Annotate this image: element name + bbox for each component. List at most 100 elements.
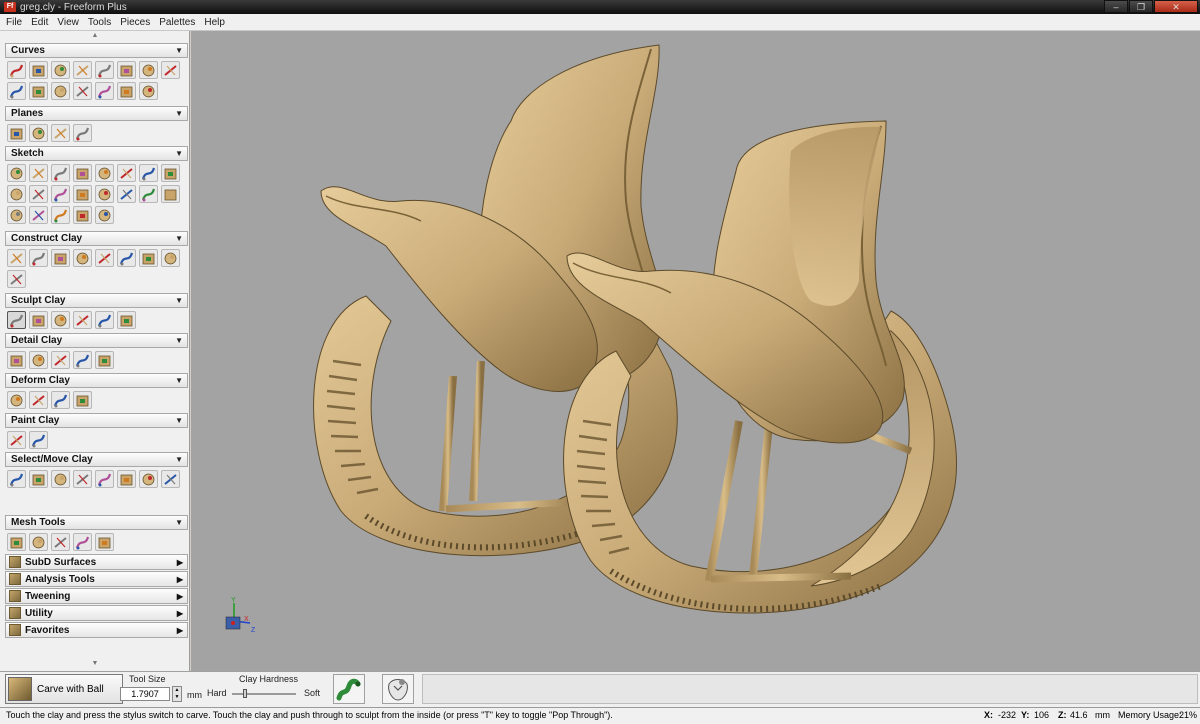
curve-draw-icon[interactable]	[29, 61, 48, 79]
arrow-icon[interactable]	[7, 61, 26, 79]
angle-icon[interactable]	[7, 206, 26, 224]
curve-cut-icon[interactable]	[161, 61, 180, 79]
mesh-view-button[interactable]	[382, 674, 414, 704]
clay-hardness-thumb[interactable]	[242, 689, 247, 698]
collapse-arrow-icon[interactable]: ▼	[175, 516, 183, 529]
expand-arrow-icon[interactable]: ▶	[177, 609, 183, 618]
ring-icon[interactable]	[117, 311, 136, 329]
palette-header-mesh[interactable]: Mesh Tools ▼	[5, 515, 188, 530]
deboss-icon[interactable]	[29, 351, 48, 369]
menu-pieces[interactable]: Pieces	[120, 16, 150, 29]
bottle-icon[interactable]	[7, 270, 26, 288]
scroll-down-icon[interactable]: ▼	[0, 659, 190, 668]
menu-tools[interactable]: Tools	[88, 16, 111, 29]
corner-icon[interactable]	[29, 185, 48, 203]
tool-size-input[interactable]: 1.7907	[120, 687, 170, 701]
curve-fillet-icon[interactable]	[7, 82, 26, 100]
sketch-plane-icon[interactable]	[7, 164, 26, 182]
paint-palette-icon[interactable]	[7, 431, 26, 449]
collapse-arrow-icon[interactable]: ▼	[175, 414, 183, 427]
ellipse-icon[interactable]	[73, 185, 92, 203]
menu-file[interactable]: File	[6, 16, 22, 29]
menu-view[interactable]: View	[57, 16, 79, 29]
sphere-pattern-icon[interactable]	[95, 351, 114, 369]
collapse-arrow-icon[interactable]: ▼	[175, 147, 183, 160]
3d-viewport[interactable]: Y X Z	[191, 31, 1200, 671]
collapse-arrow-icon[interactable]: ▼	[175, 44, 183, 57]
palette-collapsed-subd-surfaces[interactable]: SubD Surfaces ▶	[5, 554, 188, 570]
worm-tool-button[interactable]	[333, 674, 365, 704]
mirror-icon[interactable]	[139, 185, 158, 203]
arc-icon[interactable]	[7, 185, 26, 203]
plane-box-icon[interactable]	[29, 124, 48, 142]
close-button[interactable]: ✕	[1154, 0, 1198, 13]
mesh-smooth-icon[interactable]	[29, 533, 48, 551]
pen-icon[interactable]	[51, 164, 70, 182]
curve-spiral-icon[interactable]	[117, 61, 136, 79]
current-tool-button[interactable]: Carve with Ball	[5, 674, 123, 704]
palette-collapsed-analysis-tools[interactable]: Analysis Tools ▶	[5, 571, 188, 587]
mesh-edit-icon[interactable]	[51, 533, 70, 551]
polyline-icon[interactable]	[117, 164, 136, 182]
scroll-up-icon[interactable]: ▲	[0, 31, 190, 40]
spline-icon[interactable]	[139, 164, 158, 182]
sweep-icon[interactable]	[95, 249, 114, 267]
select-green-icon[interactable]	[51, 470, 70, 488]
tool-size-spinner[interactable]: ▲ ▼	[172, 686, 182, 702]
revolve-icon[interactable]	[73, 249, 92, 267]
mesh-play-icon[interactable]	[73, 533, 92, 551]
expand-arrow-icon[interactable]: ▶	[177, 592, 183, 601]
collapse-arrow-icon[interactable]: ▼	[175, 232, 183, 245]
curve-mirror-icon[interactable]	[73, 82, 92, 100]
circle-icon[interactable]	[51, 185, 70, 203]
select-cube-icon[interactable]	[117, 470, 136, 488]
trim-icon[interactable]	[117, 185, 136, 203]
expand-arrow-icon[interactable]: ▶	[177, 626, 183, 635]
curve-edit-icon[interactable]	[51, 61, 70, 79]
rectangle-icon[interactable]	[95, 185, 114, 203]
pattern-icon[interactable]	[29, 206, 48, 224]
curve-extract-icon[interactable]	[95, 61, 114, 79]
select-ball-icon[interactable]	[29, 470, 48, 488]
smudge-icon[interactable]	[29, 311, 48, 329]
fillet-icon[interactable]	[161, 185, 180, 203]
palette-collapsed-favorites[interactable]: Favorites ▶	[5, 622, 188, 638]
deform-scale-icon[interactable]	[29, 391, 48, 409]
attract-icon[interactable]	[73, 311, 92, 329]
extrude-icon[interactable]	[7, 249, 26, 267]
pencil-icon[interactable]	[73, 164, 92, 182]
sketch-snap-icon[interactable]	[29, 164, 48, 182]
deform-warp-icon[interactable]	[73, 391, 92, 409]
texture-icon[interactable]	[51, 351, 70, 369]
wrap-icon[interactable]	[51, 249, 70, 267]
menu-edit[interactable]: Edit	[31, 16, 48, 29]
palette-header-deform[interactable]: Deform Clay ▼	[5, 373, 188, 388]
carve-ball-icon[interactable]	[7, 311, 26, 329]
palette-header-paint[interactable]: Paint Clay ▼	[5, 413, 188, 428]
plane-axis-icon[interactable]	[51, 124, 70, 142]
face-icon[interactable]	[117, 249, 136, 267]
fill-icon[interactable]	[73, 206, 92, 224]
collapse-arrow-icon[interactable]: ▼	[175, 334, 183, 347]
curve-blend-icon[interactable]	[29, 82, 48, 100]
curve-surface-icon[interactable]	[117, 82, 136, 100]
palette-header-select[interactable]: Select/Move Clay ▼	[5, 452, 188, 467]
collapse-arrow-icon[interactable]: ▼	[175, 294, 183, 307]
curve-project-icon[interactable]	[73, 61, 92, 79]
select-tool-icon[interactable]	[95, 470, 114, 488]
palette-header-planes[interactable]: Planes ▼	[5, 106, 188, 121]
palette-collapsed-tweening[interactable]: Tweening ▶	[5, 588, 188, 604]
clay-hardness-slider[interactable]	[232, 693, 296, 695]
line-icon[interactable]	[161, 164, 180, 182]
expand-arrow-icon[interactable]: ▶	[177, 558, 183, 567]
hand-icon[interactable]	[161, 249, 180, 267]
tug-icon[interactable]	[51, 311, 70, 329]
collapse-arrow-icon[interactable]: ▼	[175, 374, 183, 387]
loft-icon[interactable]	[29, 249, 48, 267]
mesh-sphere-icon[interactable]	[7, 533, 26, 551]
select-hand-icon[interactable]	[73, 470, 92, 488]
helix-icon[interactable]	[139, 249, 158, 267]
collapse-arrow-icon[interactable]: ▼	[175, 453, 183, 466]
curve-trim-icon[interactable]	[139, 82, 158, 100]
mesh-triangle-icon[interactable]	[95, 533, 114, 551]
